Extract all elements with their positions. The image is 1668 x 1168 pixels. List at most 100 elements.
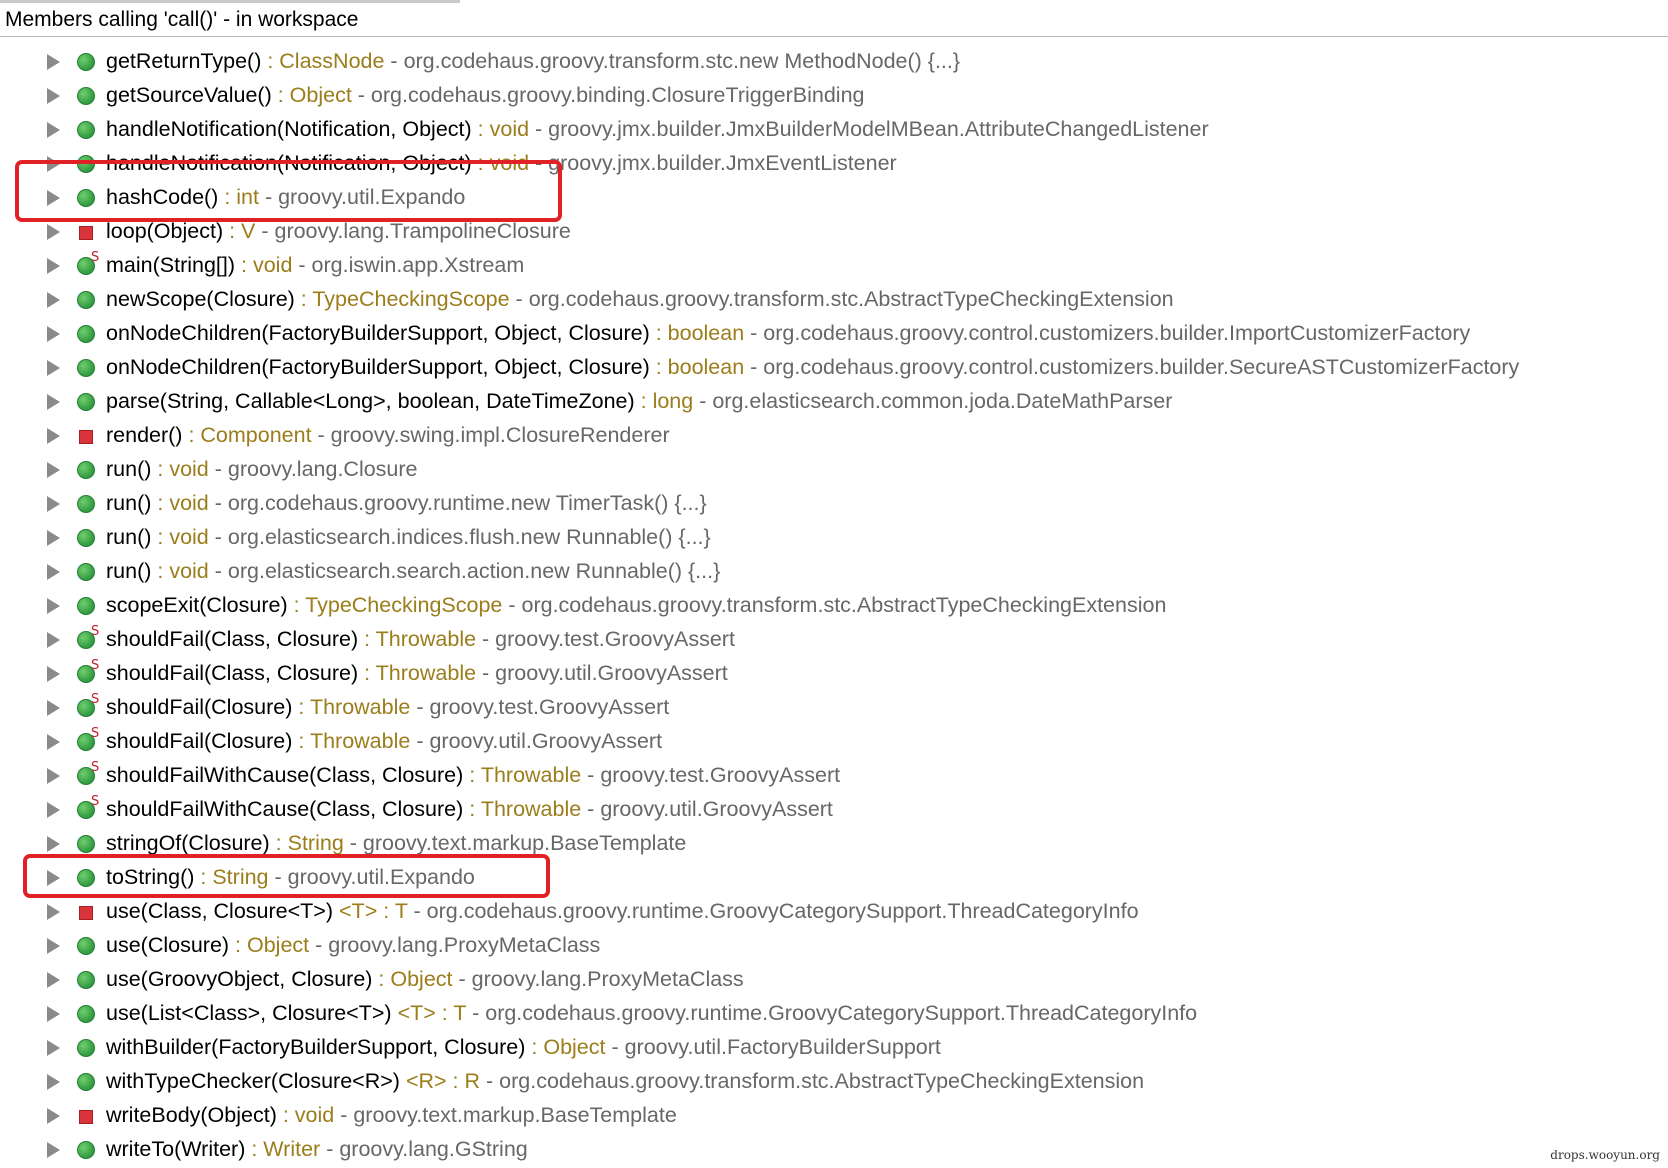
expand-arrow-icon[interactable] bbox=[47, 54, 60, 70]
tree-row[interactable]: getReturnType() : ClassNode - org.codeha… bbox=[0, 44, 1668, 78]
declaring-type: org.codehaus.groovy.transform.stc.Abstra… bbox=[521, 593, 1167, 617]
expand-arrow-icon[interactable] bbox=[47, 530, 60, 546]
tree-row[interactable]: run() : void - groovy.lang.Closure bbox=[0, 452, 1668, 486]
expand-arrow-icon[interactable] bbox=[47, 632, 60, 648]
tree-row-label: shouldFail(Class, Closure) : Throwable -… bbox=[106, 661, 728, 685]
expand-arrow-icon[interactable] bbox=[47, 666, 60, 682]
declaring-type: org.codehaus.groovy.transform.stc.Abstra… bbox=[499, 1069, 1145, 1093]
tree-row-label: scopeExit(Closure) : TypeCheckingScope -… bbox=[106, 593, 1167, 617]
tree-row[interactable]: SshouldFailWithCause(Class, Closure) : T… bbox=[0, 792, 1668, 826]
expand-arrow-icon[interactable] bbox=[47, 972, 60, 988]
tree-row[interactable]: use(Closure) : Object - groovy.lang.Prox… bbox=[0, 928, 1668, 962]
expand-arrow-icon[interactable] bbox=[47, 394, 60, 410]
declaring-type: org.codehaus.groovy.transform.stc.new Me… bbox=[403, 49, 961, 73]
expand-arrow-icon[interactable] bbox=[47, 88, 60, 104]
tree-row[interactable]: writeTo(Writer) : Writer - groovy.lang.G… bbox=[0, 1132, 1668, 1166]
declaring-type: org.codehaus.groovy.binding.ClosureTrigg… bbox=[370, 83, 865, 107]
expand-arrow-icon[interactable] bbox=[47, 700, 60, 716]
expand-arrow-icon[interactable] bbox=[47, 768, 60, 784]
tree-row-label: onNodeChildren(FactoryBuilderSupport, Ob… bbox=[106, 321, 1471, 345]
tree-row-label: use(Closure) : Object - groovy.lang.Prox… bbox=[106, 933, 601, 957]
tree-row[interactable]: SshouldFailWithCause(Class, Closure) : T… bbox=[0, 758, 1668, 792]
tree-row-label: shouldFailWithCause(Class, Closure) : Th… bbox=[106, 763, 841, 787]
tree-row[interactable]: SshouldFail(Class, Closure) : Throwable … bbox=[0, 656, 1668, 690]
expand-arrow-icon[interactable] bbox=[47, 258, 60, 274]
tree-row[interactable]: SshouldFail(Closure) : Throwable - groov… bbox=[0, 690, 1668, 724]
tree-row[interactable]: onNodeChildren(FactoryBuilderSupport, Ob… bbox=[0, 350, 1668, 384]
tree-row[interactable]: render() : Component - groovy.swing.impl… bbox=[0, 418, 1668, 452]
expand-arrow-icon[interactable] bbox=[47, 598, 60, 614]
tree-row-label: shouldFailWithCause(Class, Closure) : Th… bbox=[106, 797, 833, 821]
method-signature: shouldFail(Closure) bbox=[106, 695, 293, 719]
expand-arrow-icon[interactable] bbox=[47, 224, 60, 240]
return-type: Throwable bbox=[309, 695, 411, 719]
expand-arrow-icon[interactable] bbox=[47, 1108, 60, 1124]
method-signature: onNodeChildren(FactoryBuilderSupport, Ob… bbox=[106, 321, 650, 345]
public-method-icon bbox=[77, 53, 95, 71]
tree-row[interactable]: use(List<Class>, Closure<T>) <T> : T - o… bbox=[0, 996, 1668, 1030]
expand-arrow-icon[interactable] bbox=[47, 292, 60, 308]
tree-row-label: newScope(Closure) : TypeCheckingScope - … bbox=[106, 287, 1174, 311]
declaring-type: org.codehaus.groovy.runtime.new TimerTas… bbox=[227, 491, 707, 515]
tree-row[interactable]: SshouldFail(Class, Closure) : Throwable … bbox=[0, 622, 1668, 656]
return-type: Throwable bbox=[309, 729, 411, 753]
tree-row[interactable]: SshouldFail(Closure) : Throwable - groov… bbox=[0, 724, 1668, 758]
expand-arrow-icon[interactable] bbox=[47, 734, 60, 750]
public-method-icon bbox=[77, 937, 95, 955]
method-signature: stringOf(Closure) bbox=[106, 831, 270, 855]
method-signature: shouldFailWithCause(Class, Closure) bbox=[106, 797, 464, 821]
expand-arrow-icon[interactable] bbox=[47, 428, 60, 444]
method-signature: use(List<Class>, Closure<T>) bbox=[106, 1001, 392, 1025]
tree-row[interactable]: writeBody(Object) : void - groovy.text.m… bbox=[0, 1098, 1668, 1132]
declaring-type: groovy.test.GroovyAssert bbox=[495, 627, 735, 651]
expand-arrow-icon[interactable] bbox=[47, 1074, 60, 1090]
declaring-type: groovy.text.markup.BaseTemplate bbox=[362, 831, 687, 855]
tree-row-label: render() : Component - groovy.swing.impl… bbox=[106, 423, 670, 447]
expand-arrow-icon[interactable] bbox=[47, 904, 60, 920]
tree-row[interactable]: parse(String, Callable<Long>, boolean, D… bbox=[0, 384, 1668, 418]
tree-row[interactable]: newScope(Closure) : TypeCheckingScope - … bbox=[0, 282, 1668, 316]
expand-arrow-icon[interactable] bbox=[47, 122, 60, 138]
expand-arrow-icon[interactable] bbox=[47, 462, 60, 478]
tree-row[interactable]: handleNotification(Notification, Object)… bbox=[0, 112, 1668, 146]
return-type: void bbox=[169, 525, 209, 549]
static-modifier-icon: S bbox=[91, 794, 100, 809]
tree-row[interactable]: use(GroovyObject, Closure) : Object - gr… bbox=[0, 962, 1668, 996]
return-type: Throwable bbox=[375, 661, 477, 685]
expand-arrow-icon[interactable] bbox=[47, 1040, 60, 1056]
declaring-type: groovy.test.GroovyAssert bbox=[600, 763, 841, 787]
return-type: ClassNode bbox=[279, 49, 385, 73]
expand-arrow-icon[interactable] bbox=[47, 938, 60, 954]
public-method-icon bbox=[77, 359, 95, 377]
tree-row[interactable]: scopeExit(Closure) : TypeCheckingScope -… bbox=[0, 588, 1668, 622]
expand-arrow-icon[interactable] bbox=[47, 326, 60, 342]
tree-row[interactable]: run() : void - org.codehaus.groovy.runti… bbox=[0, 486, 1668, 520]
declaring-type: groovy.util.GroovyAssert bbox=[429, 729, 663, 753]
public-method-icon: S bbox=[77, 659, 99, 683]
highlight-box-hashcode bbox=[15, 160, 562, 222]
tree-row[interactable]: Smain(String[]) : void - org.iswin.app.X… bbox=[0, 248, 1668, 282]
expand-arrow-icon[interactable] bbox=[47, 564, 60, 580]
tree-row[interactable]: getSourceValue() : Object - org.codehaus… bbox=[0, 78, 1668, 112]
expand-arrow-icon[interactable] bbox=[47, 1142, 60, 1158]
declaring-type: groovy.jmx.builder.JmxEventListener bbox=[548, 151, 897, 175]
expand-arrow-icon[interactable] bbox=[47, 496, 60, 512]
return-type: Object bbox=[247, 933, 310, 957]
expand-arrow-icon[interactable] bbox=[47, 1006, 60, 1022]
method-signature: run() bbox=[106, 491, 152, 515]
expand-arrow-icon[interactable] bbox=[47, 802, 60, 818]
expand-arrow-icon[interactable] bbox=[47, 360, 60, 376]
tree-row[interactable]: use(Class, Closure<T>) <T> : T - org.cod… bbox=[0, 894, 1668, 928]
expand-arrow-icon[interactable] bbox=[47, 836, 60, 852]
method-signature: scopeExit(Closure) bbox=[106, 593, 288, 617]
tree-row[interactable]: run() : void - org.elasticsearch.indices… bbox=[0, 520, 1668, 554]
declaring-type: groovy.swing.impl.ClosureRenderer bbox=[330, 423, 670, 447]
return-type: void bbox=[169, 491, 209, 515]
tree-row[interactable]: withTypeChecker(Closure<R>) <R> : R - or… bbox=[0, 1064, 1668, 1098]
tree-row[interactable]: withBuilder(FactoryBuilderSupport, Closu… bbox=[0, 1030, 1668, 1064]
tree-row[interactable]: onNodeChildren(FactoryBuilderSupport, Ob… bbox=[0, 316, 1668, 350]
declaring-type: org.iswin.app.Xstream bbox=[311, 253, 525, 277]
private-method-icon bbox=[77, 223, 95, 241]
tree-row[interactable]: run() : void - org.elasticsearch.search.… bbox=[0, 554, 1668, 588]
method-signature: withTypeChecker(Closure<R>) bbox=[106, 1069, 400, 1093]
